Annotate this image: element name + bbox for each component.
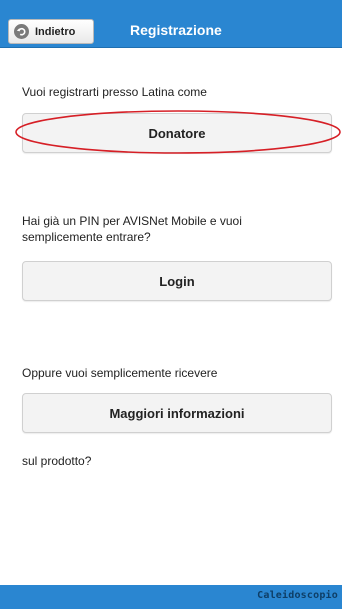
donor-button[interactable]: Donatore bbox=[22, 113, 332, 153]
pin-prompt: Hai già un PIN per AVISNet Mobile e vuoi… bbox=[22, 214, 242, 244]
bottom-bar: Caleidoscopio bbox=[0, 585, 342, 609]
back-button-label: Indietro bbox=[35, 25, 76, 38]
back-button[interactable]: Indietro bbox=[8, 19, 94, 44]
brand-logo: Caleidoscopio bbox=[257, 590, 338, 601]
info-suffix: sul prodotto? bbox=[22, 454, 92, 468]
back-arrow-icon bbox=[14, 24, 29, 39]
registration-screen: Indietro Registrazione Vuoi registrarti … bbox=[0, 0, 342, 609]
page-title: Registrazione bbox=[130, 22, 222, 38]
top-bar: Indietro Registrazione bbox=[0, 0, 342, 48]
info-prompt: Oppure vuoi semplicemente ricevere bbox=[22, 366, 218, 380]
more-info-button[interactable]: Maggiori informazioni bbox=[22, 393, 332, 433]
register-prompt: Vuoi registrarti presso Latina come bbox=[22, 85, 207, 99]
login-button[interactable]: Login bbox=[22, 261, 332, 301]
